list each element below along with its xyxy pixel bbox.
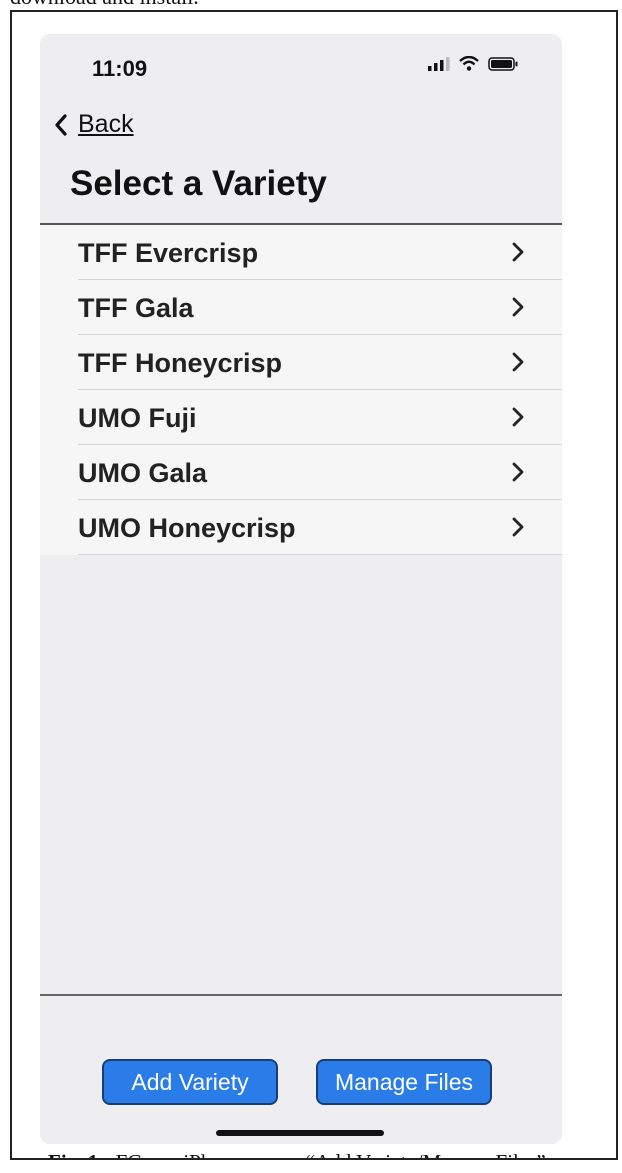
manage-files-button[interactable]: Manage Files bbox=[316, 1059, 492, 1105]
document-top-text: download and install. bbox=[10, 0, 199, 10]
list-item-label: TFF Gala bbox=[78, 293, 194, 323]
caption-label: Fig. 1 bbox=[48, 1150, 98, 1158]
cellular-signal-icon bbox=[428, 56, 450, 71]
list-item-label: UMO Gala bbox=[78, 458, 208, 488]
chevron-right-icon bbox=[512, 462, 524, 482]
list-item-label: TFF Evercrisp bbox=[78, 238, 259, 268]
home-indicator[interactable] bbox=[216, 1130, 384, 1136]
list-item-label: TFF Honeycrisp bbox=[78, 348, 283, 378]
list-item[interactable]: TFF Gala bbox=[40, 280, 562, 335]
list-item[interactable]: UMO Gala bbox=[40, 445, 562, 500]
add-variety-button[interactable]: Add Variety bbox=[102, 1059, 278, 1105]
chevron-right-icon bbox=[512, 297, 524, 317]
battery-icon bbox=[488, 56, 518, 71]
chevron-right-icon bbox=[512, 407, 524, 427]
list-item[interactable]: UMO Honeycrisp bbox=[40, 500, 562, 555]
wifi-icon bbox=[459, 56, 479, 71]
variety-list: TFF Evercrisp TFF Gala TFF Honeycrisp UM… bbox=[40, 225, 562, 555]
chevron-right-icon bbox=[512, 352, 524, 372]
phone-screen: 11:09 Back Select a Variety TFF Evercris… bbox=[40, 34, 562, 1144]
list-item-label: UMO Honeycrisp bbox=[78, 513, 296, 543]
figure-frame: 11:09 Back Select a Variety TFF Evercris… bbox=[10, 10, 618, 1160]
toolbar-divider bbox=[40, 994, 562, 996]
status-bar: 11:09 bbox=[40, 34, 562, 94]
page-title: Select a Variety bbox=[70, 164, 327, 203]
list-item[interactable]: TFF Honeycrisp bbox=[40, 335, 562, 390]
back-button[interactable]: Back bbox=[54, 110, 134, 139]
list-item[interactable]: TFF Evercrisp bbox=[40, 225, 562, 280]
chevron-right-icon bbox=[512, 242, 524, 262]
status-time: 11:09 bbox=[92, 56, 148, 81]
list-item-label: UMO Fuji bbox=[78, 403, 197, 433]
chevron-left-icon bbox=[55, 113, 67, 136]
caption-text: - FG app iPhone screen “Add Variety/Mana… bbox=[98, 1150, 545, 1158]
back-label: Back bbox=[78, 110, 134, 138]
figure-caption: Fig. 1 - FG app iPhone screen “Add Varie… bbox=[48, 1150, 546, 1158]
row-separator bbox=[78, 554, 562, 555]
status-icons bbox=[428, 56, 518, 71]
chevron-right-icon bbox=[512, 517, 524, 537]
list-item[interactable]: UMO Fuji bbox=[40, 390, 562, 445]
